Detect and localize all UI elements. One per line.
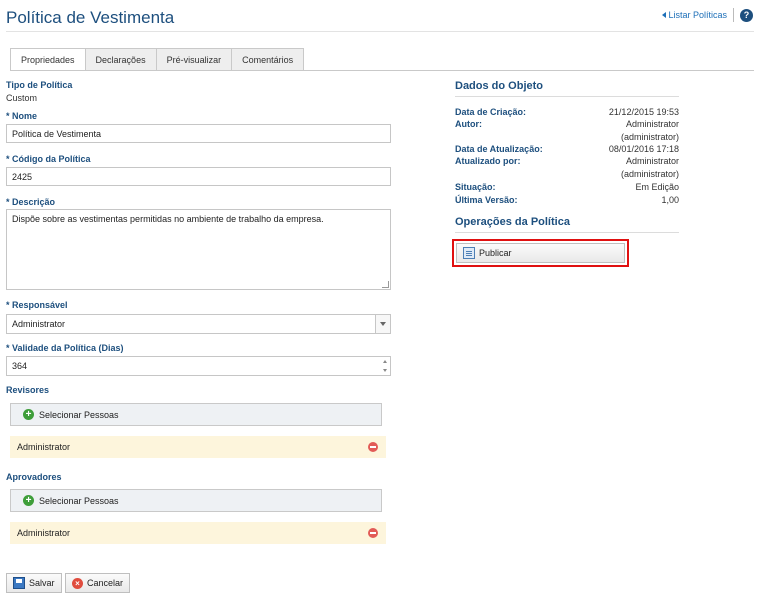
header-divider bbox=[733, 8, 734, 22]
responsavel-value: Administrator bbox=[12, 319, 66, 329]
title-divider bbox=[6, 31, 754, 32]
save-label: Salvar bbox=[29, 578, 55, 588]
aprovadores-select-people-button[interactable]: + Selecionar Pessoas bbox=[10, 489, 382, 512]
save-icon bbox=[13, 577, 25, 589]
page-title: Política de Vestimenta bbox=[6, 8, 175, 27]
autor-value: Administrator bbox=[625, 119, 679, 129]
tab-pre-visualizar[interactable]: Pré-visualizar bbox=[155, 48, 233, 70]
revisor-name: Administrator bbox=[17, 442, 71, 452]
info-row-versao: Última Versão: 1,00 bbox=[455, 195, 679, 205]
remove-icon[interactable] bbox=[368, 528, 378, 538]
spin-up-icon[interactable] bbox=[383, 360, 387, 363]
criacao-value: 21/12/2015 19:53 bbox=[608, 107, 679, 117]
operations-divider bbox=[455, 232, 679, 233]
versao-value: 1,00 bbox=[661, 195, 679, 205]
responsavel-label: * Responsável bbox=[6, 300, 68, 310]
tab-propriedades[interactable]: Propriedades bbox=[10, 48, 86, 71]
arrow-left-icon bbox=[662, 12, 667, 18]
revisores-select-label: Selecionar Pessoas bbox=[39, 409, 119, 420]
revisores-label: Revisores bbox=[6, 385, 50, 395]
chevron-down-icon bbox=[380, 322, 386, 326]
aprovador-name: Administrator bbox=[17, 528, 71, 538]
remove-icon[interactable] bbox=[368, 442, 378, 452]
validade-stepper[interactable]: 364 bbox=[6, 356, 391, 376]
info-row-autor-login: (administrator) bbox=[455, 132, 679, 142]
revisores-select-people-button[interactable]: + Selecionar Pessoas bbox=[10, 403, 382, 426]
aprovador-row: Administrator bbox=[10, 522, 386, 544]
spinner[interactable] bbox=[380, 357, 390, 375]
descricao-text: Dispõe sobre as vestimentas permitidas n… bbox=[12, 214, 324, 224]
aprovadores-label: Aprovadores bbox=[6, 472, 62, 482]
tab-comentarios[interactable]: Comentários bbox=[231, 48, 305, 70]
codigo-label: * Código da Política bbox=[6, 154, 91, 164]
info-row-autor: Autor: Administrator bbox=[455, 119, 679, 129]
info-row-criacao: Data de Criação: 21/12/2015 19:53 bbox=[455, 107, 679, 117]
atualizado-label: Atualizado por: bbox=[455, 156, 521, 166]
autor-login: (administrator) bbox=[620, 132, 679, 142]
situacao-label: Situação: bbox=[455, 182, 496, 192]
info-row-atualizado-login: (administrator) bbox=[455, 169, 679, 179]
object-data-divider bbox=[455, 96, 679, 97]
cancel-icon: × bbox=[72, 577, 83, 589]
object-data-title: Dados do Objeto bbox=[455, 80, 543, 92]
list-policies-label: Listar Políticas bbox=[668, 10, 727, 20]
tabs-underline bbox=[10, 70, 754, 71]
cancel-button[interactable]: × Cancelar bbox=[65, 573, 131, 593]
list-policies-link[interactable]: Listar Políticas bbox=[662, 10, 727, 20]
descricao-textarea[interactable]: Dispõe sobre as vestimentas permitidas n… bbox=[6, 209, 391, 290]
tipo-label: Tipo de Política bbox=[6, 80, 73, 90]
revisor-row: Administrator bbox=[10, 436, 386, 458]
operations-title: Operações da Política bbox=[455, 216, 570, 228]
help-icon[interactable]: ? bbox=[740, 8, 753, 22]
aprovadores-select-label: Selecionar Pessoas bbox=[39, 495, 119, 506]
nome-input[interactable]: Política de Vestimenta bbox=[6, 124, 391, 143]
responsavel-select[interactable]: Administrator bbox=[6, 314, 391, 334]
atualizado-login: (administrator) bbox=[620, 169, 679, 179]
validade-label: * Validade da Política (Dias) bbox=[6, 343, 124, 353]
tipo-value: Custom bbox=[6, 93, 38, 103]
info-row-atualizado: Atualizado por: Administrator bbox=[455, 156, 679, 166]
publish-button[interactable]: Publicar bbox=[456, 243, 625, 263]
cancel-label: Cancelar bbox=[87, 578, 124, 588]
criacao-label: Data de Criação: bbox=[455, 107, 527, 117]
add-icon: + bbox=[23, 495, 34, 506]
atualizacao-label: Data de Atualização: bbox=[455, 144, 543, 154]
publish-label: Publicar bbox=[479, 248, 512, 258]
codigo-input[interactable]: 2425 bbox=[6, 167, 391, 186]
situacao-value: Em Edição bbox=[635, 182, 679, 192]
document-icon bbox=[463, 247, 475, 259]
resize-grip-icon[interactable] bbox=[382, 281, 389, 288]
header-links: Listar Políticas ? bbox=[662, 8, 753, 22]
atualizacao-value: 08/01/2016 17:18 bbox=[608, 144, 679, 154]
atualizado-value: Administrator bbox=[625, 156, 679, 166]
add-icon: + bbox=[23, 409, 34, 420]
autor-label: Autor: bbox=[455, 119, 482, 129]
validade-value: 364 bbox=[12, 361, 28, 371]
descricao-label: * Descrição bbox=[6, 197, 56, 207]
tab-declaracoes[interactable]: Declarações bbox=[84, 48, 157, 70]
dropdown-button[interactable] bbox=[375, 315, 390, 333]
versao-label: Última Versão: bbox=[455, 195, 518, 205]
nome-label: * Nome bbox=[6, 111, 38, 121]
info-row-atualizacao: Data de Atualização: 08/01/2016 17:18 bbox=[455, 144, 679, 154]
spin-down-icon[interactable] bbox=[383, 369, 387, 372]
tab-bar: Propriedades Declarações Pré-visualizar … bbox=[10, 48, 305, 71]
save-button[interactable]: Salvar bbox=[6, 573, 62, 593]
info-row-situacao: Situação: Em Edição bbox=[455, 182, 679, 192]
